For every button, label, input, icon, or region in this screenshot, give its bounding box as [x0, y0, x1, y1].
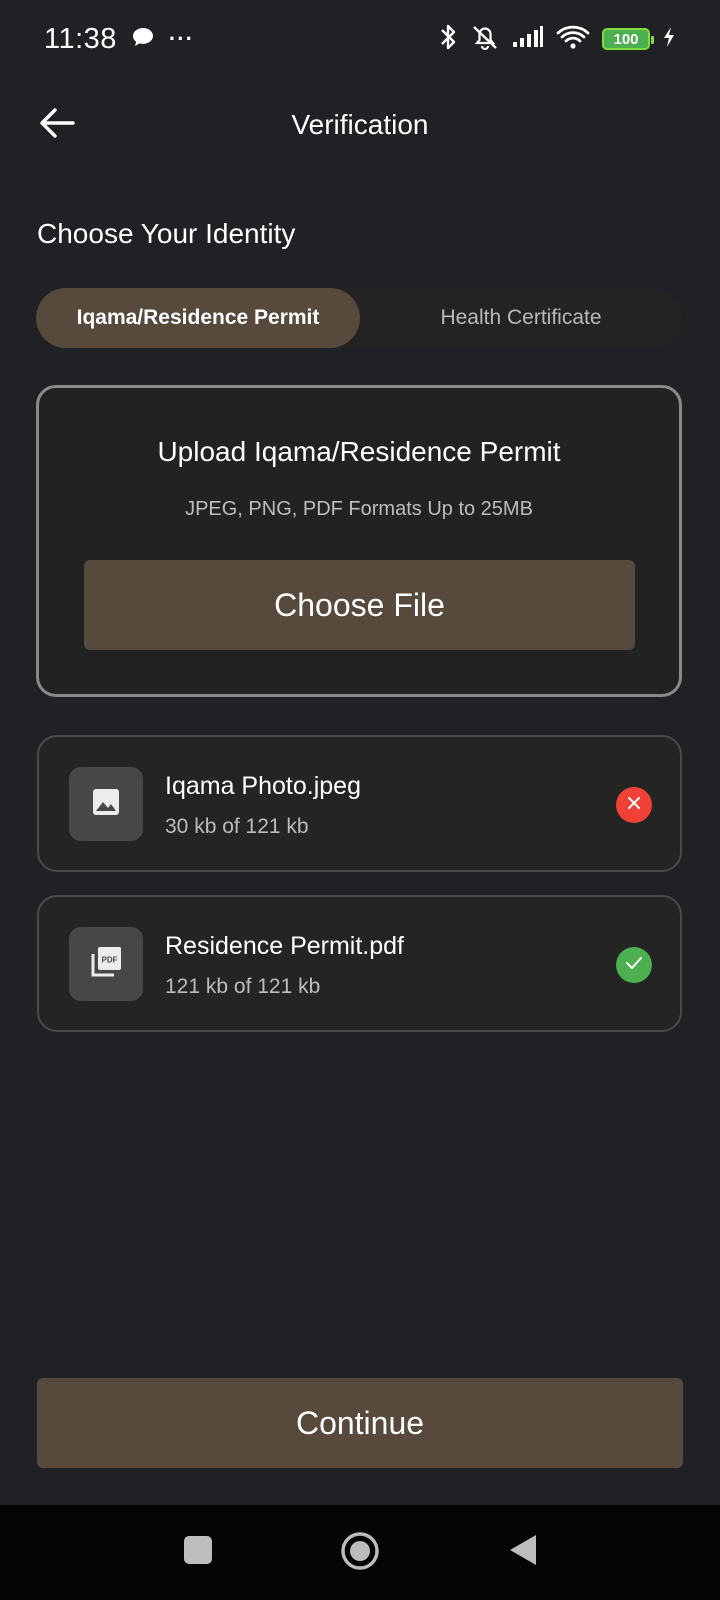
app-header: Verification	[0, 92, 720, 158]
file-thumbnail: PDF	[69, 927, 143, 1001]
battery-icon: 100	[602, 28, 654, 50]
file-size: 121 kb of 121 kb	[165, 975, 321, 998]
charging-icon	[662, 26, 676, 53]
image-icon	[91, 787, 121, 822]
file-name: Iqama Photo.jpeg	[165, 772, 361, 800]
triangle-back-icon	[508, 1533, 538, 1572]
back-nav-button[interactable]	[505, 1534, 541, 1570]
file-item: Iqama Photo.jpeg 30 kb of 121 kb	[37, 735, 682, 872]
status-time: 11:38	[44, 22, 117, 55]
tab-iqama-residence-permit[interactable]: Iqama/Residence Permit	[36, 288, 360, 348]
section-title: Choose Your Identity	[37, 218, 296, 249]
file-size: 30 kb of 121 kb	[165, 815, 309, 838]
back-button[interactable]	[36, 104, 78, 146]
check-icon	[625, 955, 643, 976]
more-notifications-icon: ···	[168, 26, 194, 51]
remove-file-button[interactable]	[616, 787, 652, 823]
signal-icon	[512, 25, 544, 53]
identity-tabs: Iqama/Residence Permit Health Certificat…	[36, 288, 682, 348]
recents-button[interactable]	[180, 1534, 216, 1570]
arrow-left-icon	[39, 107, 75, 144]
system-nav-bar	[0, 1505, 720, 1600]
svg-text:PDF: PDF	[102, 955, 118, 964]
chat-notification-icon	[131, 26, 155, 53]
home-button[interactable]	[339, 1531, 381, 1576]
file-item: PDF Residence Permit.pdf 121 kb of 121 k…	[37, 895, 682, 1032]
bell-muted-icon	[470, 23, 500, 56]
circle-icon	[340, 1531, 380, 1576]
upload-card: Upload Iqama/Residence Permit JPEG, PNG,…	[36, 385, 682, 697]
file-thumbnail	[69, 767, 143, 841]
status-left: 11:38 ···	[44, 23, 194, 56]
tab-health-certificate[interactable]: Health Certificate	[360, 288, 682, 348]
wifi-icon	[556, 24, 590, 55]
upload-title: Upload Iqama/Residence Permit	[157, 436, 561, 467]
bluetooth-icon	[438, 23, 458, 56]
upload-complete-badge	[616, 947, 652, 983]
status-right: 100	[438, 23, 676, 56]
file-name: Residence Permit.pdf	[165, 932, 405, 960]
square-icon	[183, 1535, 213, 1570]
continue-button[interactable]: Continue	[37, 1378, 683, 1468]
pdf-icon: PDF	[88, 944, 124, 985]
close-icon	[626, 795, 642, 816]
status-bar: 11:38 ··· 100	[0, 0, 720, 78]
page-title: Verification	[291, 109, 429, 140]
upload-subtitle: JPEG, PNG, PDF Formats Up to 25MB	[185, 498, 533, 520]
choose-file-button[interactable]: Choose File	[84, 560, 635, 650]
